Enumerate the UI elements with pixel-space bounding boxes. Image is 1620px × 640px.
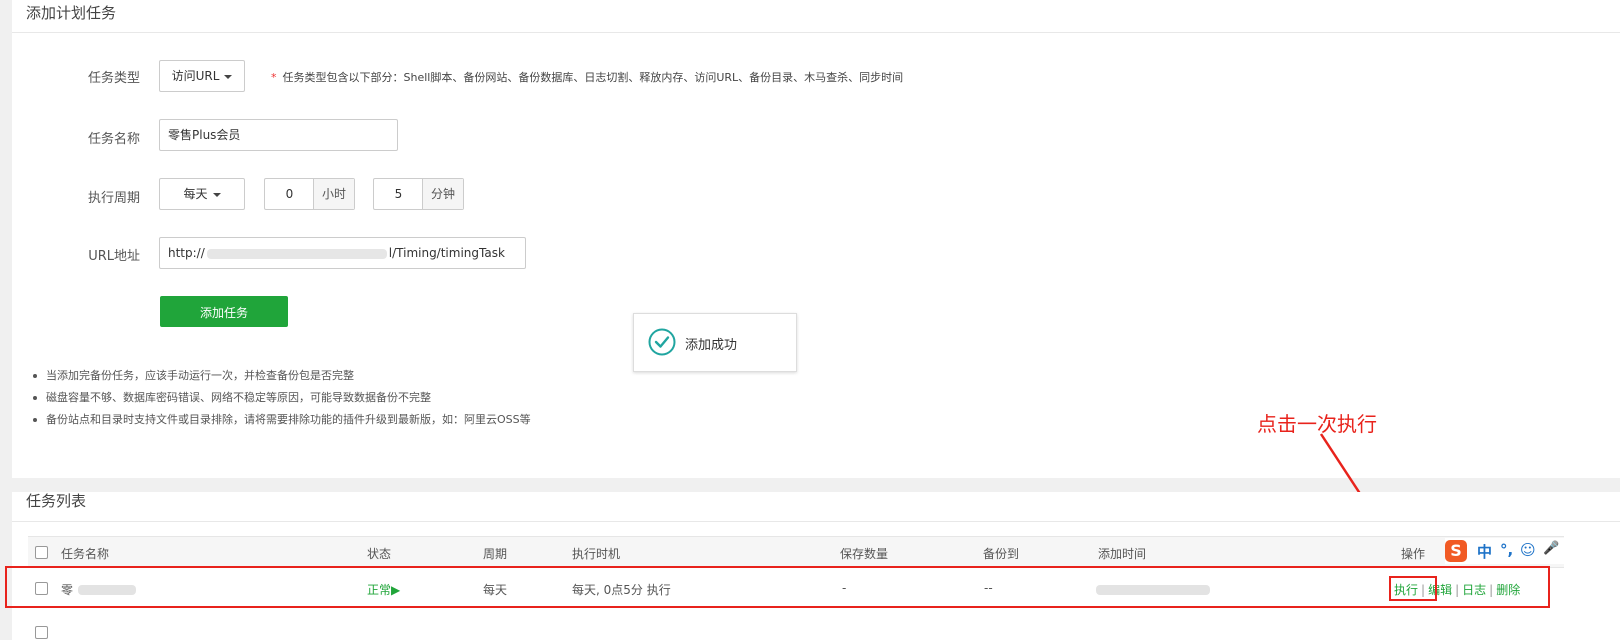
success-check-icon bbox=[648, 328, 676, 356]
panel-title-add-task: 添加计划任务 bbox=[26, 4, 117, 22]
ime-emoji-icon[interactable]: ☺ bbox=[1520, 541, 1536, 559]
caret-down-icon bbox=[212, 192, 221, 197]
table-row-partial bbox=[28, 614, 1564, 640]
divider bbox=[12, 32, 1620, 33]
url-suffix: l/Timing/timingTask bbox=[388, 246, 505, 260]
panel-title-task-list: 任务列表 bbox=[26, 492, 87, 510]
row-checkbox[interactable] bbox=[35, 626, 48, 639]
sogou-logo-icon: S bbox=[1445, 540, 1467, 562]
col-task-name: 任务名称 bbox=[61, 547, 110, 561]
col-add-time: 添加时间 bbox=[1098, 547, 1147, 561]
ime-toolbar: S 中 °, ☺ 🎤 bbox=[1445, 538, 1620, 564]
toast-message: 添加成功 bbox=[685, 338, 738, 353]
divider bbox=[12, 521, 1620, 522]
minute-input[interactable]: 5 bbox=[374, 179, 423, 209]
task-name-label: 任务名称 bbox=[87, 132, 140, 147]
blurred-url-segment bbox=[206, 248, 387, 259]
note-item: 当添加完备份任务，应该手动运行一次，并检查备份包是否完整 bbox=[30, 368, 531, 390]
required-star: * bbox=[271, 71, 277, 84]
annotation-execute-highlight bbox=[1389, 576, 1437, 601]
task-type-label: 任务类型 bbox=[87, 71, 140, 86]
task-name-input[interactable]: 零售Plus会员 bbox=[159, 119, 398, 151]
col-timing: 执行时机 bbox=[572, 547, 621, 561]
col-period: 周期 bbox=[483, 547, 508, 561]
hour-unit: 小时 bbox=[313, 179, 354, 209]
url-input[interactable]: http:// l/Timing/timingTask bbox=[159, 237, 526, 269]
select-all-checkbox[interactable] bbox=[35, 546, 48, 559]
caret-down-icon bbox=[224, 74, 233, 79]
col-backup-to: 备份到 bbox=[983, 547, 1020, 561]
annotation-row-highlight bbox=[5, 566, 1550, 608]
add-task-panel: 添加计划任务 任务类型 访问URL * 任务类型包含以下部分：Shell脚本、备份… bbox=[12, 0, 1620, 478]
hour-input[interactable]: 0 bbox=[265, 179, 314, 209]
task-type-hint: * 任务类型包含以下部分：Shell脚本、备份网站、备份数据库、日志切割、释放内存… bbox=[271, 69, 903, 85]
hour-input-group: 0 小时 bbox=[264, 178, 355, 210]
period-frequency-value: 每天 bbox=[183, 187, 208, 201]
table-header: 任务名称 状态 周期 执行时机 保存数量 备份到 添加时间 操作 bbox=[28, 536, 1564, 568]
success-toast: 添加成功 bbox=[633, 313, 797, 372]
minute-input-group: 5 分钟 bbox=[373, 178, 464, 210]
minute-unit: 分钟 bbox=[422, 179, 463, 209]
url-label: URL地址 bbox=[88, 249, 140, 264]
ime-mic-icon[interactable]: 🎤 bbox=[1543, 541, 1559, 556]
annotation-label: 点击一次执行 bbox=[1257, 412, 1377, 436]
col-save-count: 保存数量 bbox=[840, 547, 889, 561]
ime-chinese-mode[interactable]: 中 bbox=[1477, 541, 1492, 562]
url-prefix: http:// bbox=[168, 246, 205, 260]
period-label: 执行周期 bbox=[87, 191, 140, 206]
period-frequency-dropdown[interactable]: 每天 bbox=[159, 178, 245, 210]
note-item: 备份站点和目录时支持文件或目录排除，请将需要排除功能的插件升级到最新版，如：阿里… bbox=[30, 412, 531, 434]
note-item: 磁盘容量不够、数据库密码错误、网络不稳定等原因，可能导致数据备份不完整 bbox=[30, 390, 531, 412]
col-actions: 操作 bbox=[1401, 547, 1426, 561]
task-type-dropdown[interactable]: 访问URL bbox=[159, 60, 245, 92]
task-type-value: 访问URL bbox=[171, 69, 220, 83]
add-task-button[interactable]: 添加任务 bbox=[160, 296, 288, 327]
ime-punctuation-mode[interactable]: °, bbox=[1500, 541, 1513, 559]
col-status: 状态 bbox=[367, 547, 392, 561]
notes-list: 当添加完备份任务，应该手动运行一次，并检查备份包是否完整 磁盘容量不够、数据库密… bbox=[30, 368, 531, 434]
task-type-hint-text: 任务类型包含以下部分：Shell脚本、备份网站、备份数据库、日志切割、释放内存、… bbox=[282, 71, 904, 84]
